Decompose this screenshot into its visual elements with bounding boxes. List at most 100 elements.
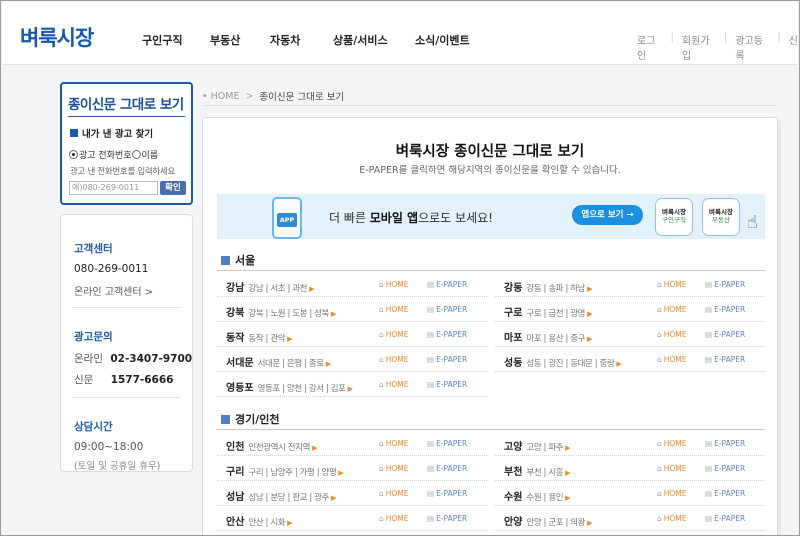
realestate-app-icon[interactable]: 벼룩시장 부동산 — [702, 198, 740, 236]
epaper-link[interactable]: ▤ E-PAPER — [705, 489, 745, 498]
epaper-link[interactable]: ▤ E-PAPER — [427, 355, 467, 364]
region-name[interactable]: 구로 구로 | 금천 | 광명 ▶ — [504, 304, 592, 319]
region-name[interactable]: 강동 강동 | 송파 | 하남 ▶ — [504, 279, 592, 294]
ad-online-row: 온라인 02-3407-9700 — [74, 353, 193, 365]
epaper-link[interactable]: ▤ E-PAPER — [705, 464, 745, 473]
region-name[interactable]: 안양 안양 | 군포 | 의왕 ▶ — [504, 513, 592, 528]
triangle-right-icon: ▶ — [325, 360, 331, 368]
radio-name[interactable] — [131, 150, 141, 159]
region-name[interactable]: 동작 동작 | 관악 ▶ — [226, 329, 293, 344]
region-name[interactable]: 영등포 영등포 | 양천 | 강서 | 김포 ▶ — [226, 379, 353, 394]
confirm-button[interactable]: 확인 — [160, 181, 186, 195]
triangle-right-icon: ▶ — [587, 335, 593, 343]
region-heading: 경기/인천 — [221, 411, 280, 427]
home-link[interactable]: ⌂ HOME — [379, 355, 409, 364]
home-icon: ⌂ — [657, 514, 662, 523]
epaper-link[interactable]: ▤ E-PAPER — [705, 439, 745, 448]
region-name[interactable]: 강남 강남 | 서초 | 과천 ▶ — [226, 279, 314, 294]
region-row: 성남 성남 | 분당 | 판교 | 광주 ▶ ⌂ HOME ▤ E-PAPER 수원 수원 | … — [217, 481, 765, 506]
home-link[interactable]: ⌂ HOME — [379, 330, 409, 339]
util-link-truncated[interactable]: 신 — [789, 32, 798, 62]
home-link[interactable]: ⌂ HOME — [379, 305, 409, 314]
home-icon: ⌂ — [657, 489, 662, 498]
jobs-app-icon[interactable]: 벼룩시장 구인구직 — [655, 198, 693, 236]
phone-input[interactable]: 예)080-269-0011 — [69, 181, 158, 195]
home-icon: ⌂ — [379, 330, 384, 339]
region-name[interactable]: 서대문 서대문 | 은평 | 종로 ▶ — [226, 354, 331, 369]
epaper-link[interactable]: ▤ E-PAPER — [705, 305, 745, 314]
home-link[interactable]: ⌂ HOME — [379, 489, 409, 498]
hours-note: (토일 및 공휴일 휴무) — [74, 461, 161, 472]
left-sidebar: 종이신문 그대로 보기 내가 낸 광고 찾기 광고 전화번호 이름 광고 낸 전… — [60, 82, 193, 472]
home-link[interactable]: ⌂ HOME — [657, 355, 687, 364]
region-name[interactable]: 마포 마포 | 용산 | 중구 ▶ — [504, 329, 592, 344]
epaper-link[interactable]: ▤ E-PAPER — [427, 380, 467, 389]
document-icon: ▤ — [427, 464, 435, 473]
region-name[interactable]: 부천 부천 | 시흥 ▶ — [504, 463, 571, 478]
home-link[interactable]: ⌂ HOME — [379, 380, 409, 389]
open-app-button[interactable]: 앱으로 보기 → — [572, 205, 643, 225]
region-entry: 수원 수원 | 용인 ▶ ⌂ HOME ▤ E-PAPER — [495, 481, 765, 506]
online-customer-center-link[interactable]: 온라인 고객센터 > — [74, 283, 153, 298]
nav-realestate[interactable]: 부동산 — [210, 32, 270, 48]
radio-phone-label: 광고 전화번호 — [79, 151, 132, 161]
home-link[interactable]: ⌂ HOME — [379, 514, 409, 523]
region-name[interactable]: 인천 인천광역시 전지역 ▶ — [226, 438, 317, 453]
epaper-link[interactable]: ▤ E-PAPER — [427, 305, 467, 314]
epaper-link[interactable]: ▤ E-PAPER — [427, 514, 467, 523]
region-name[interactable]: 수원 수원 | 용인 ▶ — [504, 488, 571, 503]
region-row: 동작 동작 | 관악 ▶ ⌂ HOME ▤ E-PAPER 마포 마포 | 용산 | 중구 ▶ ⌂ H… — [217, 322, 765, 347]
epaper-link[interactable]: ▤ E-PAPER — [427, 330, 467, 339]
ad-register-link[interactable]: 광고등록 — [735, 32, 769, 62]
site-logo[interactable]: 벼룩시장 — [20, 22, 94, 52]
login-link[interactable]: 로그인 — [637, 32, 663, 62]
region-name[interactable]: 구리 구리 | 남양주 | 가평 | 양평 ▶ — [226, 463, 344, 478]
contact-info-box: 고객센터 080-269-0011 온라인 고객센터 > 광고문의 온라인 02… — [60, 214, 193, 472]
home-link[interactable]: ⌂ HOME — [379, 280, 409, 289]
breadcrumb: • HOME > 종이신문 그대로 보기 — [202, 89, 344, 104]
home-icon: ⌂ — [379, 439, 384, 448]
document-icon: ▤ — [705, 330, 713, 339]
nav-goods-services[interactable]: 상품/서비스 — [333, 32, 415, 48]
epaper-link[interactable]: ▤ E-PAPER — [427, 280, 467, 289]
region-name[interactable]: 성동 성동 | 광진 | 동대문 | 중랑 ▶ — [504, 354, 622, 369]
region-name[interactable]: 강북 강북 | 노원 | 도봉 | 성북 ▶ — [226, 304, 336, 319]
region-entry: 서대문 서대문 | 은평 | 종로 ▶ ⌂ HOME ▤ E-PAPER — [217, 347, 487, 372]
nav-news-events[interactable]: 소식/이벤트 — [415, 32, 470, 48]
nav-jobs[interactable]: 구인구직 — [142, 32, 210, 48]
home-link[interactable]: ⌂ HOME — [657, 464, 687, 473]
paper-view-title: 종이신문 그대로 보기 — [68, 97, 184, 113]
region-row: 안산 안산 | 시화 ▶ ⌂ HOME ▤ E-PAPER 안양 안양 | 군포 | 의왕 ▶ ⌂ H… — [217, 506, 765, 531]
home-link[interactable]: ⌂ HOME — [657, 489, 687, 498]
home-link[interactable]: ⌂ HOME — [657, 305, 687, 314]
epaper-link[interactable]: ▤ E-PAPER — [705, 280, 745, 289]
epaper-link[interactable]: ▤ E-PAPER — [705, 514, 745, 523]
region-name[interactable]: 고양 고양 | 파주 ▶ — [504, 438, 571, 453]
epaper-link[interactable]: ▤ E-PAPER — [705, 330, 745, 339]
document-icon: ▤ — [705, 305, 713, 314]
epaper-link[interactable]: ▤ E-PAPER — [705, 355, 745, 364]
epaper-link[interactable]: ▤ E-PAPER — [427, 489, 467, 498]
signup-link[interactable]: 회원가입 — [682, 32, 716, 62]
main-content: 벼룩시장 종이신문 그대로 보기 E-PAPER를 클릭하면 해당지역의 종이신… — [202, 117, 778, 535]
paper-view-box: 종이신문 그대로 보기 내가 낸 광고 찾기 광고 전화번호 이름 광고 낸 전… — [60, 82, 193, 205]
region-entry: 부천 부천 | 시흥 ▶ ⌂ HOME ▤ E-PAPER — [495, 456, 765, 481]
region-entry: 구로 구로 | 금천 | 광명 ▶ ⌂ HOME ▤ E-PAPER — [495, 297, 765, 322]
triangle-right-icon: ▶ — [347, 385, 353, 393]
document-icon: ▤ — [427, 489, 435, 498]
epaper-link[interactable]: ▤ E-PAPER — [427, 439, 467, 448]
nav-cars[interactable]: 자동차 — [270, 32, 333, 48]
radio-phone[interactable] — [69, 150, 78, 159]
breadcrumb-home[interactable]: • HOME — [202, 91, 239, 102]
region-name[interactable]: 안산 안산 | 시화 ▶ — [226, 513, 293, 528]
site-header: 벼룩시장 구인구직 부동산 자동차 상품/서비스 소식/이벤트 로그인 | 회원가… — [2, 2, 798, 65]
epaper-link[interactable]: ▤ E-PAPER — [427, 464, 467, 473]
home-link[interactable]: ⌂ HOME — [657, 439, 687, 448]
region-name[interactable]: 성남 성남 | 분당 | 판교 | 광주 ▶ — [226, 488, 336, 503]
home-link[interactable]: ⌂ HOME — [379, 464, 409, 473]
home-link[interactable]: ⌂ HOME — [657, 330, 687, 339]
home-link[interactable]: ⌂ HOME — [657, 280, 687, 289]
home-link[interactable]: ⌂ HOME — [379, 439, 409, 448]
region-heading: 서울 — [221, 252, 255, 268]
home-link[interactable]: ⌂ HOME — [657, 514, 687, 523]
